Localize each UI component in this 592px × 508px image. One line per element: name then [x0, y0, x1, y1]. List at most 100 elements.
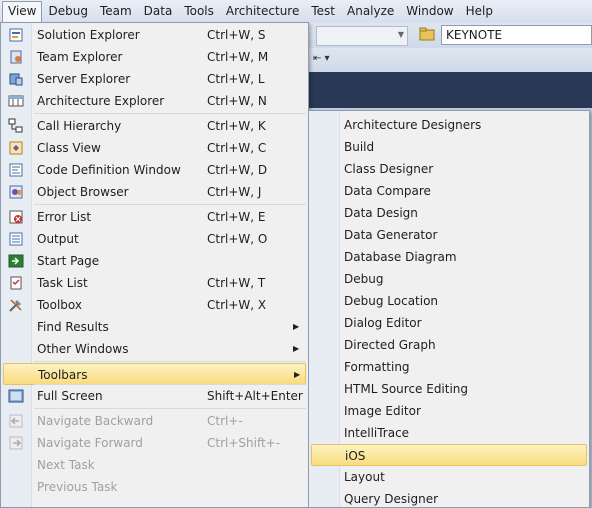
submenu-arrow-icon: ▶: [293, 322, 300, 331]
submenu-item-query-designer[interactable]: Query Designer: [309, 488, 589, 507]
submenu-item-image-editor[interactable]: Image Editor: [309, 400, 589, 422]
menu-item-label: Toolbox: [37, 298, 82, 312]
menu-item-output[interactable]: Output Ctrl+W, O: [1, 228, 308, 250]
menu-item-label: Output: [37, 232, 79, 246]
menu-view[interactable]: View: [2, 0, 43, 23]
submenu-item-data-compare[interactable]: Data Compare: [309, 180, 589, 202]
menu-item-error-list[interactable]: Error List Ctrl+W, E: [1, 206, 308, 228]
submenu-arrow-icon: ▶: [293, 344, 300, 353]
call-hierarchy-icon: [8, 118, 23, 133]
menu-item-toolbox[interactable]: Toolbox Ctrl+W, X: [1, 294, 308, 316]
navigate-forward-icon: [9, 436, 23, 450]
menu-separator: [34, 408, 306, 409]
menu-item-navigate-forward[interactable]: Navigate Forward Ctrl+Shift+-: [1, 432, 308, 454]
menu-tools[interactable]: Tools: [178, 1, 220, 22]
menu-item-navigate-backward[interactable]: Navigate Backward Ctrl+-: [1, 410, 308, 432]
menu-item-label: Code Definition Window: [37, 163, 181, 177]
menu-item-other-windows[interactable]: Other Windows ▶: [1, 338, 308, 360]
menu-team[interactable]: Team: [94, 1, 138, 22]
submenu-arrow-icon: ▶: [294, 370, 301, 379]
menu-window[interactable]: Window: [400, 1, 459, 22]
code-definition-icon: [9, 163, 23, 177]
menu-test[interactable]: Test: [305, 1, 341, 22]
submenu-item-data-design[interactable]: Data Design: [309, 202, 589, 224]
menu-separator: [34, 361, 306, 362]
menu-item-label: Find Results: [37, 320, 109, 334]
menu-item-label: Architecture Explorer: [37, 94, 165, 108]
menu-item-shortcut: Ctrl+W, C: [207, 141, 267, 155]
submenu-item-label: Directed Graph: [344, 338, 436, 352]
search-config-input[interactable]: KEYNOTE: [441, 25, 592, 45]
platform-combo[interactable]: ▼: [316, 26, 408, 46]
menu-item-shortcut: Ctrl+W, T: [207, 276, 266, 290]
submenu-item-debug[interactable]: Debug: [309, 268, 589, 290]
menu-item-label: Team Explorer: [37, 50, 123, 64]
menu-item-architecture-explorer[interactable]: Architecture Explorer Ctrl+W, N: [1, 90, 308, 112]
menu-item-code-definition-window[interactable]: Code Definition Window Ctrl+W, D: [1, 159, 308, 181]
submenu-item-layout[interactable]: Layout: [309, 466, 589, 488]
menu-item-shortcut: Shift+Alt+Enter: [207, 389, 303, 403]
submenu-item-database-diagram[interactable]: Database Diagram: [309, 246, 589, 268]
menu-item-server-explorer[interactable]: Server Explorer Ctrl+W, L: [1, 68, 308, 90]
object-browser-icon: [9, 185, 23, 199]
submenu-item-html-source-editing[interactable]: HTML Source Editing: [309, 378, 589, 400]
menu-item-task-list[interactable]: Task List Ctrl+W, T: [1, 272, 308, 294]
submenu-item-build[interactable]: Build: [309, 136, 589, 158]
menu-debug[interactable]: Debug: [42, 1, 93, 22]
menu-item-class-view[interactable]: Class View Ctrl+W, C: [1, 137, 308, 159]
submenu-item-debug-location[interactable]: Debug Location: [309, 290, 589, 312]
menu-help[interactable]: Help: [460, 1, 499, 22]
view-menu-dropdown: Solution Explorer Ctrl+W, S Team Explore…: [0, 22, 309, 508]
menu-item-shortcut: Ctrl+W, M: [207, 50, 269, 64]
team-explorer-icon: [10, 50, 22, 64]
task-list-icon: [10, 276, 22, 290]
menu-item-label: Full Screen: [37, 389, 103, 403]
menu-item-label: Task List: [37, 276, 88, 290]
submenu-item-data-generator[interactable]: Data Generator: [309, 224, 589, 246]
menu-item-label: Call Hierarchy: [37, 119, 122, 133]
menu-item-shortcut: Ctrl+W, O: [207, 232, 268, 246]
menu-item-team-explorer[interactable]: Team Explorer Ctrl+W, M: [1, 46, 308, 68]
folder-icon[interactable]: [419, 27, 435, 41]
submenu-item-class-designer[interactable]: Class Designer: [309, 158, 589, 180]
submenu-item-label: HTML Source Editing: [344, 382, 469, 396]
submenu-item-ios[interactable]: iOS: [311, 444, 587, 466]
menu-item-previous-task[interactable]: Previous Task: [1, 476, 308, 498]
menu-architecture[interactable]: Architecture: [220, 1, 305, 22]
menu-data[interactable]: Data: [138, 1, 179, 22]
menu-item-call-hierarchy[interactable]: Call Hierarchy Ctrl+W, K: [1, 115, 308, 137]
submenu-item-label: Debug Location: [344, 294, 439, 308]
menu-item-shortcut: Ctrl+Shift+-: [207, 436, 281, 450]
menu-item-find-results[interactable]: Find Results ▶: [1, 316, 308, 338]
menu-item-label: Previous Task: [37, 480, 118, 494]
menu-separator: [34, 204, 306, 205]
menu-item-label: Start Page: [37, 254, 100, 268]
submenu-item-directed-graph[interactable]: Directed Graph: [309, 334, 589, 356]
submenu-item-label: Data Generator: [344, 228, 438, 242]
submenu-item-label: IntelliTrace: [344, 426, 410, 440]
menu-item-object-browser[interactable]: Object Browser Ctrl+W, J: [1, 181, 308, 203]
menu-item-toolbars[interactable]: Toolbars ▶: [3, 363, 306, 385]
menu-item-label: Toolbars: [38, 368, 88, 382]
menu-item-label: Navigate Forward: [37, 436, 143, 450]
submenu-item-formatting[interactable]: Formatting: [309, 356, 589, 378]
submenu-item-label: Query Designer: [344, 492, 439, 506]
submenu-item-label: Data Compare: [344, 184, 431, 198]
submenu-item-dialog-editor[interactable]: Dialog Editor: [309, 312, 589, 334]
menu-item-full-screen[interactable]: Full Screen Shift+Alt+Enter: [1, 385, 308, 407]
submenu-item-label: Architecture Designers: [344, 118, 482, 132]
submenu-item-architecture-designers[interactable]: Architecture Designers: [309, 114, 589, 136]
menu-item-start-page[interactable]: Start Page: [1, 250, 308, 272]
menu-item-shortcut: Ctrl+W, X: [207, 298, 267, 312]
menu-item-shortcut: Ctrl+W, J: [207, 185, 262, 199]
submenu-item-label: Debug: [344, 272, 384, 286]
menu-analyze[interactable]: Analyze: [341, 1, 400, 22]
menu-item-next-task[interactable]: Next Task: [1, 454, 308, 476]
menu-item-solution-explorer[interactable]: Solution Explorer Ctrl+W, S: [1, 24, 308, 46]
toolbar-overflow-icon[interactable]: ⇤ ▾: [313, 53, 330, 64]
output-icon: [9, 232, 23, 246]
architecture-explorer-icon: [8, 95, 24, 107]
submenu-item-label: Build: [344, 140, 375, 154]
submenu-item-intellitrace[interactable]: IntelliTrace: [309, 422, 589, 444]
menu-item-shortcut: Ctrl+W, E: [207, 210, 266, 224]
